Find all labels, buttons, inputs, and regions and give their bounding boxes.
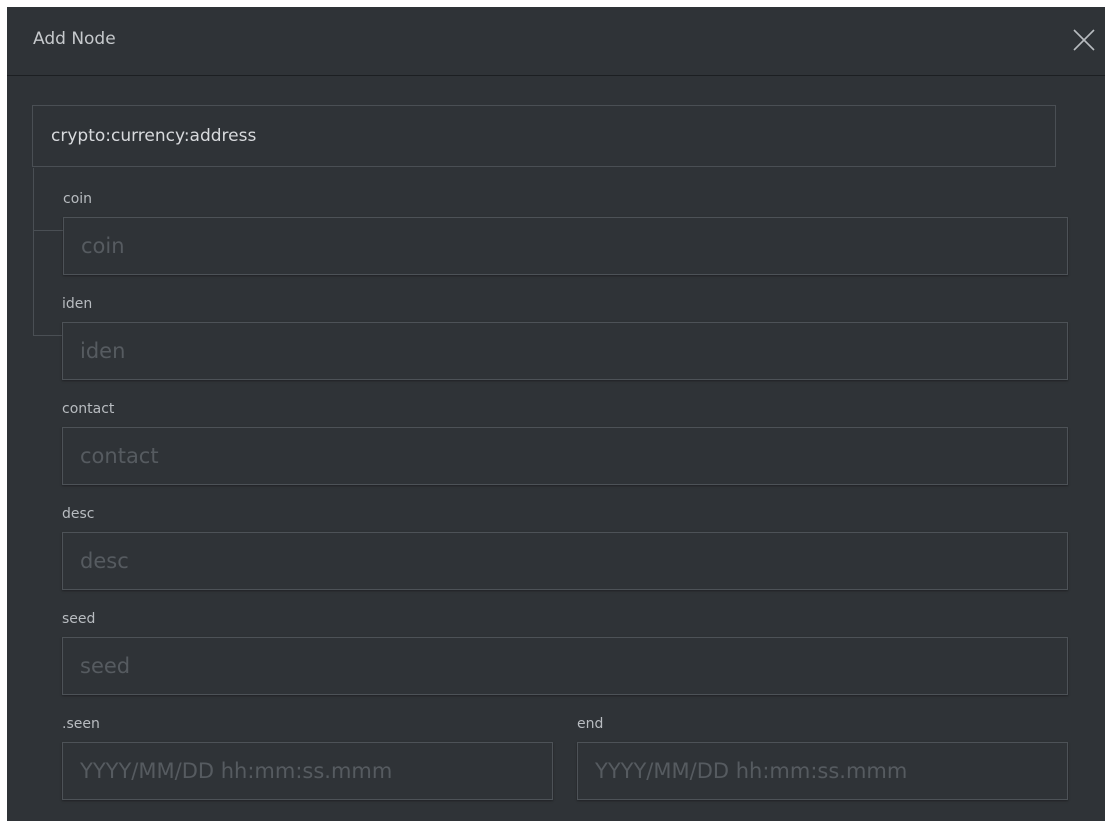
iden-input[interactable] xyxy=(62,322,1068,380)
seen-label: .seen xyxy=(62,716,100,732)
dialog-title: Add Node xyxy=(33,29,116,49)
tree-connector xyxy=(33,168,34,336)
seen-end-input[interactable] xyxy=(577,742,1068,800)
seed-input[interactable] xyxy=(62,637,1068,695)
contact-input[interactable] xyxy=(62,427,1068,485)
tree-branch-iden xyxy=(33,335,63,336)
end-label: end xyxy=(577,716,604,732)
tree-branch-coin xyxy=(33,230,63,231)
form-type-label: crypto:currency:address xyxy=(51,126,257,146)
seen-start-input[interactable] xyxy=(62,742,553,800)
desc-input[interactable] xyxy=(62,532,1068,590)
coin-input[interactable] xyxy=(63,217,1068,275)
close-button[interactable] xyxy=(1071,27,1097,53)
seed-label: seed xyxy=(62,611,96,627)
add-node-dialog: Add Node crypto:currency:address coin id… xyxy=(7,7,1105,821)
coin-label: coin xyxy=(63,191,93,207)
contact-label: contact xyxy=(62,401,115,417)
close-icon xyxy=(1073,29,1095,51)
dialog-header: Add Node xyxy=(7,7,1105,76)
desc-label: desc xyxy=(62,506,95,522)
iden-label: iden xyxy=(62,296,93,312)
form-type-selector[interactable]: crypto:currency:address xyxy=(32,105,1056,167)
